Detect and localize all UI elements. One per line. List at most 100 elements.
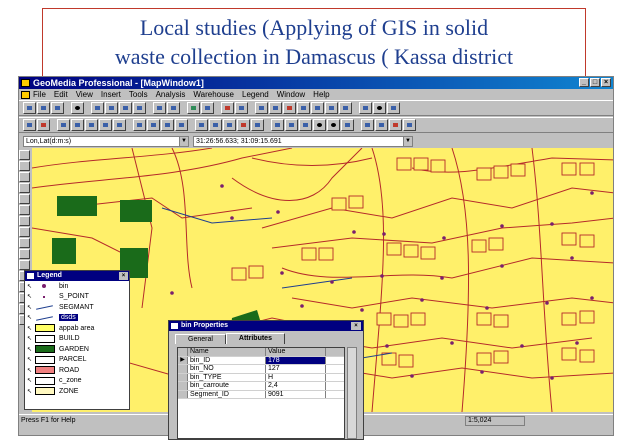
legend-close-button[interactable]: × [119,272,128,280]
coordinate-format-select[interactable]: Lon,Lat(d:m:s) ▼ [23,135,189,147]
arrow-icon[interactable] [235,102,248,114]
zoom-out-icon[interactable] [269,102,282,114]
properties-close-button[interactable]: × [351,322,361,330]
legend-entry[interactable]: ↖ c_zone [25,376,129,387]
menu-legend[interactable]: Legend [242,90,269,99]
route-tool-icon[interactable] [19,216,30,226]
bin-properties-dialog[interactable]: bin Properties × General Attributes Name… [168,320,364,440]
display-icon[interactable] [339,102,352,114]
legend-entry-selected[interactable]: ↖ dsds [25,313,129,324]
buffer-tool-icon[interactable] [19,205,30,215]
grid-1-icon[interactable] [57,119,70,131]
attribute-value[interactable]: H [266,373,326,381]
point-icon[interactable] [313,119,326,131]
pan-icon[interactable] [311,102,324,114]
vertical-scrollbar[interactable] [347,347,357,439]
maximize-button[interactable]: □ [590,78,600,87]
label-tool-icon[interactable] [19,238,30,248]
table-row[interactable]: bin_TYPE H [178,373,344,382]
grid-3-icon[interactable] [85,119,98,131]
text-tool-icon[interactable] [19,183,30,193]
menu-warehouse[interactable]: Warehouse [193,90,234,99]
save-icon[interactable] [51,102,64,114]
record-icon[interactable] [373,102,386,114]
table-row[interactable]: ▶ bin_ID 178 [178,356,344,365]
legend-titlebar[interactable]: Legend × [25,271,129,281]
pointer-tool-icon[interactable] [19,150,30,160]
snap-icon[interactable] [147,119,160,131]
split-icon[interactable] [271,119,284,131]
query-icon[interactable] [221,102,234,114]
legend-entry[interactable]: ↖ ZONE [25,386,129,397]
attribute-value[interactable]: 9091 [266,390,326,398]
menu-edit[interactable]: Edit [54,90,68,99]
select-set-icon[interactable] [201,102,214,114]
menu-insert[interactable]: Insert [101,90,121,99]
attribute-value[interactable]: 178 [266,356,326,364]
zoom-area-icon[interactable] [283,102,296,114]
measure-tool-icon[interactable] [19,194,30,204]
grid-4-icon[interactable] [99,119,112,131]
select-tool-icon[interactable] [23,119,36,131]
legend-entry[interactable]: ↖ SEGMANT [25,302,129,313]
validate-icon[interactable] [389,119,402,131]
legend-entry[interactable]: ↖ BUILD [25,334,129,345]
chevron-down-icon[interactable]: ▼ [179,136,188,146]
legend-entry[interactable]: ↖ PARCEL [25,355,129,366]
print-icon[interactable] [71,102,84,114]
insert-feature-icon[interactable] [161,119,174,131]
line-icon[interactable] [195,119,208,131]
legend-entry[interactable]: ↖ GARDEN [25,344,129,355]
continue-icon[interactable] [403,119,416,131]
parallel-icon[interactable] [341,119,354,131]
menu-file[interactable]: File [33,90,46,99]
table-row[interactable]: bin_carroute 2,4 [178,382,344,391]
legend-panel[interactable]: Legend × ↖ bin ↖ S_POINT ↖ SEGMANT ↖ dsd… [24,270,130,410]
polyline-icon[interactable] [209,119,222,131]
zoom-tool-icon[interactable] [19,172,30,182]
attribute-value[interactable]: 2,4 [266,382,326,390]
table-row[interactable]: bin_NO 127 [178,365,344,374]
copy-icon[interactable] [105,102,118,114]
text-icon[interactable] [237,119,250,131]
attribute-icon[interactable] [175,119,188,131]
trim-icon[interactable] [285,119,298,131]
undo-icon[interactable] [153,102,166,114]
circle-icon[interactable] [327,119,340,131]
tab-attributes[interactable]: Attributes [225,333,285,344]
layer-icon[interactable] [187,102,200,114]
split-tool-icon[interactable] [19,249,30,259]
label-icon[interactable] [361,119,374,131]
chevron-down-icon[interactable]: ▼ [403,136,412,146]
refresh-icon[interactable] [325,102,338,114]
extend-icon[interactable] [299,119,312,131]
merge-tool-icon[interactable] [19,260,30,270]
menu-help[interactable]: Help [313,90,329,99]
arc-icon[interactable] [223,119,236,131]
select-by-area-icon[interactable] [37,119,50,131]
menu-view[interactable]: View [76,90,93,99]
dimension-icon[interactable] [251,119,264,131]
network-tool-icon[interactable] [19,227,30,237]
redo-icon[interactable] [167,102,180,114]
legend-entry[interactable]: ↖ bin [25,281,129,292]
cut-icon[interactable] [91,102,104,114]
new-map-icon[interactable] [23,102,36,114]
menu-tools[interactable]: Tools [129,90,148,99]
menu-window[interactable]: Window [277,90,305,99]
properties-titlebar[interactable]: bin Properties × [169,321,363,331]
table-row[interactable]: Segment_ID 9091 [178,390,344,399]
grid-5-icon[interactable] [113,119,126,131]
coordinate-readout-field[interactable]: 31:26:56.633; 31:09:15.691 ▼ [193,135,413,147]
close-window-button[interactable]: × [601,78,611,87]
edit-geometry-icon[interactable] [133,119,146,131]
open-icon[interactable] [37,102,50,114]
window-titlebar[interactable]: GeoMedia Professional - [MapWindow1] _ □… [19,77,613,89]
help-pointer-icon[interactable] [387,102,400,114]
legend-entry[interactable]: ↖ ROAD [25,365,129,376]
menu-analysis[interactable]: Analysis [156,90,186,99]
legend-entry[interactable]: ↖ appab area [25,323,129,334]
grid-2-icon[interactable] [71,119,84,131]
properties-icon[interactable] [359,102,372,114]
pan-tool-icon[interactable] [19,161,30,171]
